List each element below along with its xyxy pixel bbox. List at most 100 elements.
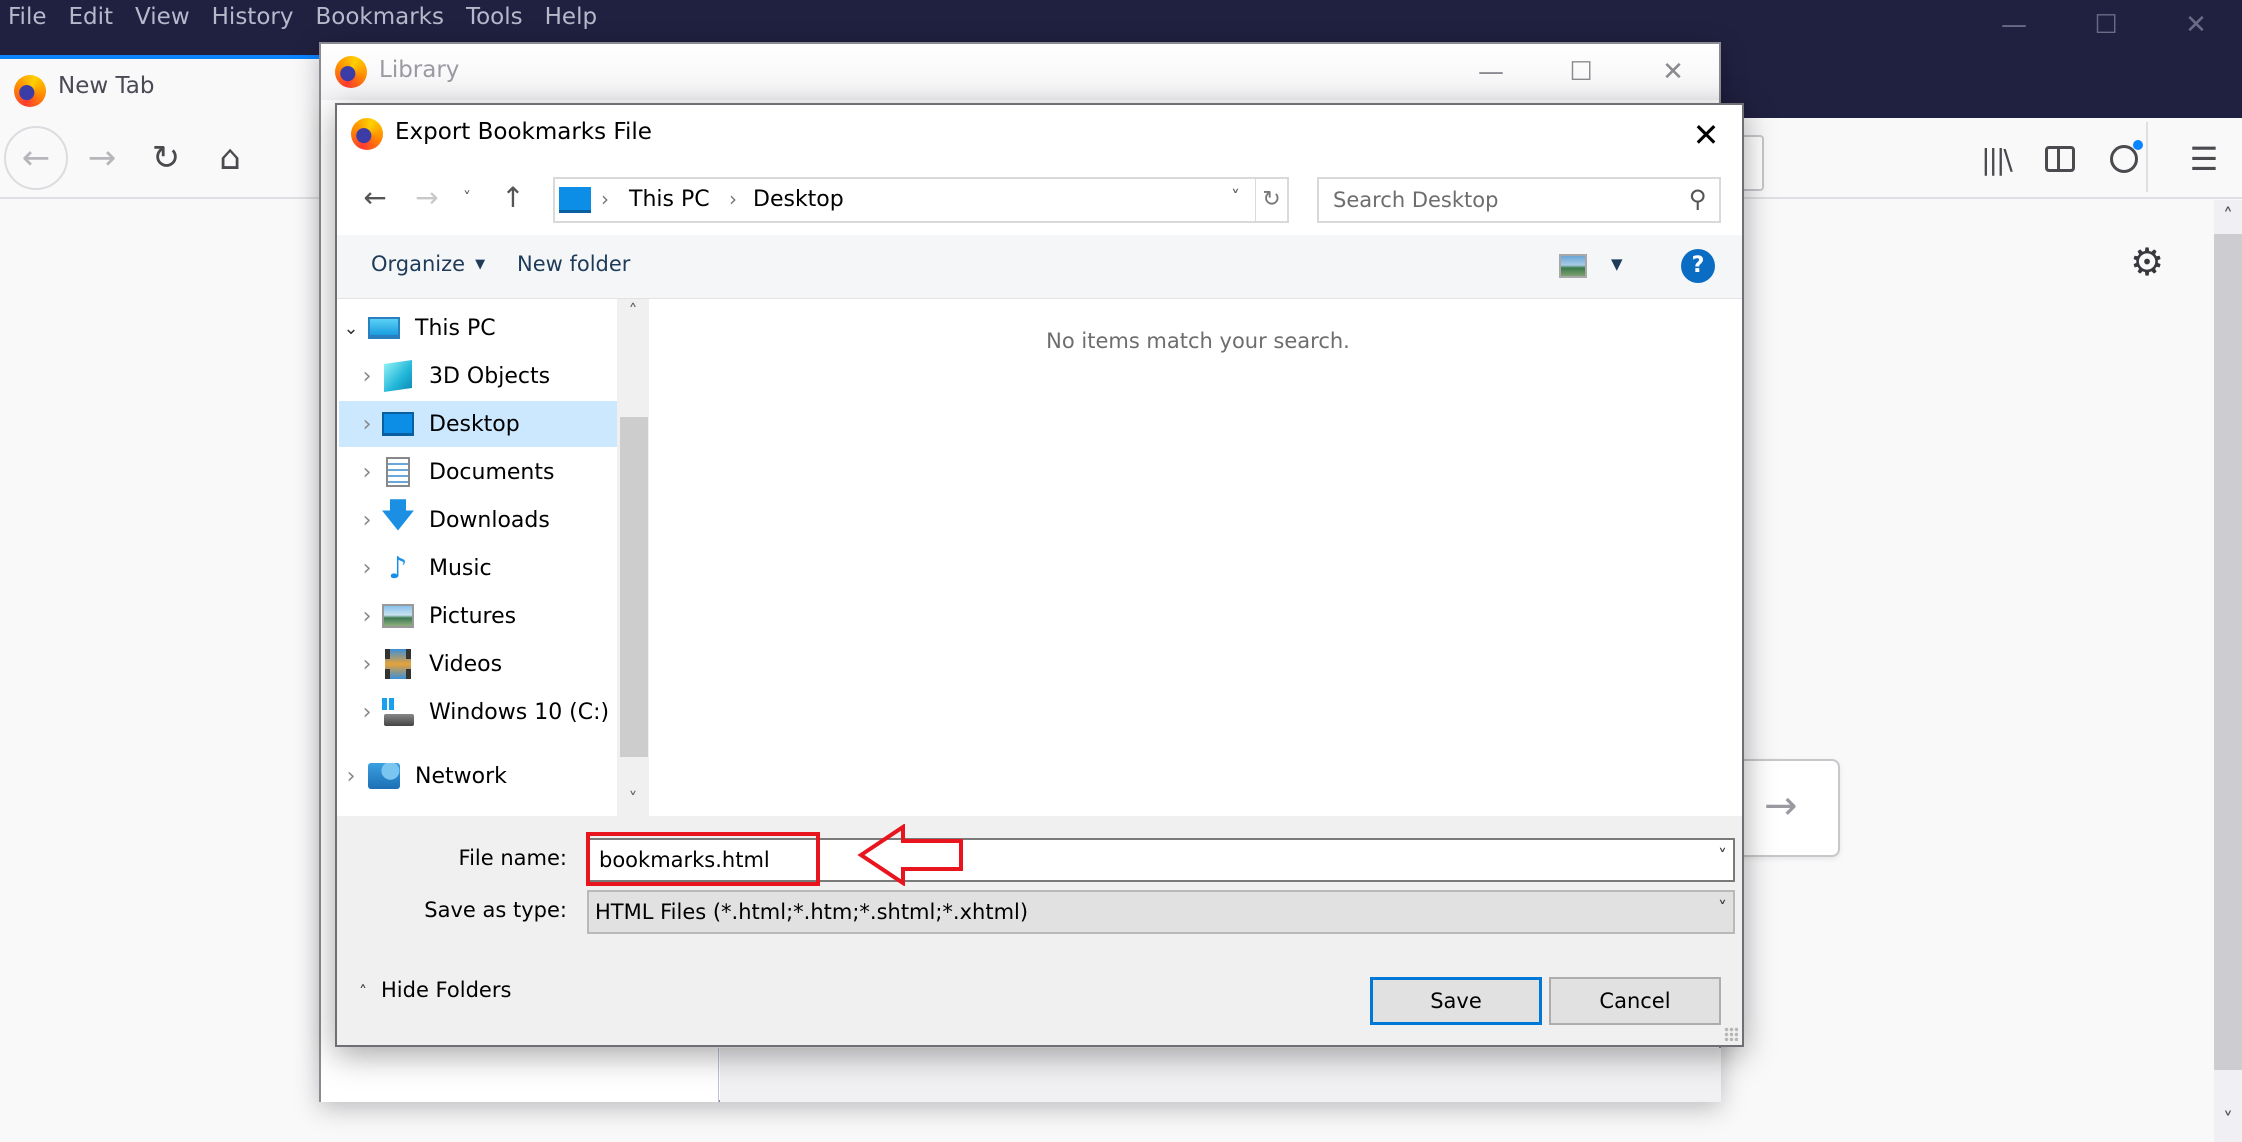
chevron-right-icon[interactable]: › [357, 556, 377, 581]
dialog-body: ⌄ This PC › 3D Objects › Desktop › Docum… [337, 299, 1742, 816]
scroll-up-arrow-icon[interactable]: ˄ [2214, 204, 2242, 228]
forward-button[interactable]: → [409, 175, 445, 219]
new-folder-button[interactable]: New folder [517, 252, 630, 276]
downloads-icon: 🡇 [381, 496, 415, 534]
menu-bookmarks[interactable]: Bookmarks [315, 0, 454, 34]
home-button[interactable]: ⌂ [202, 130, 258, 186]
scroll-down-arrow-icon[interactable]: ˅ [2214, 1108, 2242, 1132]
save-button[interactable]: Save [1370, 977, 1542, 1025]
tab-new-tab[interactable]: New Tab [0, 55, 320, 118]
scroll-up-arrow-icon[interactable]: ˄ [617, 301, 649, 322]
chevron-right-icon[interactable]: › [357, 460, 377, 485]
chevron-right-icon[interactable]: › [357, 652, 377, 677]
menu-file[interactable]: File [8, 0, 57, 34]
chevron-right-icon[interactable]: › [341, 764, 361, 789]
recent-locations-button[interactable]: ˅ [449, 175, 485, 219]
menu-tools[interactable]: Tools [466, 0, 533, 34]
tree-item-downloads[interactable]: › 🡇 Downloads [339, 496, 617, 543]
help-icon[interactable]: ? [1681, 249, 1715, 283]
chevron-down-icon[interactable]: ˅ [1718, 898, 1727, 919]
view-options-caret-icon[interactable]: ▼ [1611, 255, 1623, 273]
tree-item-pictures[interactable]: › Pictures [339, 593, 617, 639]
chevron-right-icon[interactable]: › [357, 604, 377, 629]
scrollbar-thumb[interactable] [2214, 234, 2242, 1070]
file-name-label: File name: [458, 846, 567, 870]
browser-minimize-button[interactable]: — [1984, 8, 2044, 42]
scrollbar-thumb[interactable] [620, 417, 648, 757]
go-arrow-icon: → [1764, 783, 1798, 829]
menu-history[interactable]: History [212, 0, 304, 34]
library-folder-pane [321, 1048, 719, 1102]
firefox-icon [335, 56, 367, 88]
tree-item-desktop[interactable]: › Desktop [339, 401, 617, 447]
navigation-pane-scrollbar[interactable]: ˄ ˅ [617, 299, 649, 816]
tree-item-documents[interactable]: › Documents [339, 449, 617, 495]
app-menu-button[interactable]: ☰ [2178, 132, 2230, 186]
forward-button[interactable]: → [74, 130, 130, 186]
hamburger-menu-icon: ☰ [2189, 140, 2219, 178]
chevron-right-icon[interactable]: › [357, 364, 377, 389]
chevron-down-icon[interactable]: ˅ [1718, 846, 1727, 867]
tree-item-videos[interactable]: › Videos [339, 641, 617, 687]
organize-button[interactable]: Organize ▼ [371, 252, 485, 276]
chevron-right-icon[interactable]: › [357, 508, 377, 533]
address-dropdown-icon[interactable]: ˅ [1231, 187, 1240, 208]
search-go-button[interactable]: → [1742, 759, 1840, 857]
dialog-close-button[interactable]: ✕ [1684, 113, 1728, 157]
this-pc-icon [367, 312, 401, 344]
browser-maximize-button[interactable]: ☐ [2076, 8, 2136, 42]
file-name-field[interactable]: ˅ [587, 838, 1735, 882]
tree-item-this-pc[interactable]: ⌄ This PC [339, 305, 617, 351]
chevron-right-icon[interactable]: › [357, 412, 377, 437]
3d-objects-icon [381, 360, 415, 392]
tree-item-label: 3D Objects [429, 363, 551, 389]
account-button[interactable] [2098, 132, 2150, 186]
back-button[interactable]: ← [4, 126, 68, 190]
library-close-button[interactable]: ✕ [1643, 52, 1703, 92]
chevron-right-icon[interactable]: › [357, 700, 377, 725]
refresh-button[interactable]: ↻ [1255, 179, 1287, 221]
cancel-button[interactable]: Cancel [1549, 977, 1721, 1025]
tree-item-windows-drive[interactable]: › Windows 10 (C:) [339, 689, 617, 735]
library-button[interactable]: |||\ [1970, 132, 2022, 186]
back-arrow-icon: ← [363, 180, 387, 214]
library-maximize-button[interactable]: ☐ [1551, 52, 1611, 92]
organize-label: Organize [371, 252, 466, 276]
back-button[interactable]: ← [357, 175, 393, 219]
breadcrumb-this-pc[interactable]: This PC [629, 187, 710, 212]
breadcrumb-separator: › [601, 187, 609, 211]
tree-item-music[interactable]: › ♪ Music [339, 545, 617, 591]
tree-item-label: Downloads [429, 507, 550, 533]
page-scrollbar[interactable]: ˄ ˅ [2214, 200, 2242, 1142]
search-input[interactable] [1333, 185, 1663, 215]
tree-item-3d-objects[interactable]: › 3D Objects [339, 353, 617, 399]
pictures-icon [381, 600, 415, 632]
address-bar[interactable]: › This PC › Desktop ˅ ↻ [553, 177, 1289, 223]
chevron-down-icon[interactable]: ⌄ [341, 318, 361, 339]
change-view-icon[interactable] [1559, 254, 1587, 278]
menu-help[interactable]: Help [545, 0, 607, 34]
search-box[interactable]: ⚲ [1317, 177, 1721, 223]
toolbar-separator [2146, 122, 2148, 192]
resize-grip-icon[interactable] [1724, 1027, 1738, 1041]
browser-close-button[interactable]: ✕ [2166, 8, 2226, 42]
breadcrumb-desktop[interactable]: Desktop [753, 187, 844, 212]
scroll-down-arrow-icon[interactable]: ˅ [617, 789, 649, 810]
dialog-title: Export Bookmarks File [395, 119, 652, 145]
tab-title: New Tab [58, 73, 155, 99]
library-content-pane [720, 1048, 1721, 1102]
sidebar-button[interactable] [2034, 132, 2086, 186]
up-button[interactable]: ↑ [495, 175, 531, 219]
back-arrow-icon: ← [21, 138, 51, 178]
menu-view[interactable]: View [135, 0, 200, 34]
documents-icon [381, 456, 415, 488]
reload-button[interactable]: ↻ [138, 130, 194, 186]
library-minimize-button[interactable]: — [1461, 52, 1521, 92]
file-name-input[interactable] [599, 844, 1689, 876]
save-as-type-select[interactable]: HTML Files (*.html;*.htm;*.shtml;*.xhtml… [587, 890, 1735, 934]
settings-gear-icon[interactable]: ⚙ [2130, 240, 2164, 284]
menu-edit[interactable]: Edit [69, 0, 124, 34]
tree-item-network[interactable]: › Network [339, 753, 617, 799]
tree-item-label: Network [415, 763, 507, 789]
hide-folders-button[interactable]: ˄ Hide Folders [359, 978, 511, 1002]
